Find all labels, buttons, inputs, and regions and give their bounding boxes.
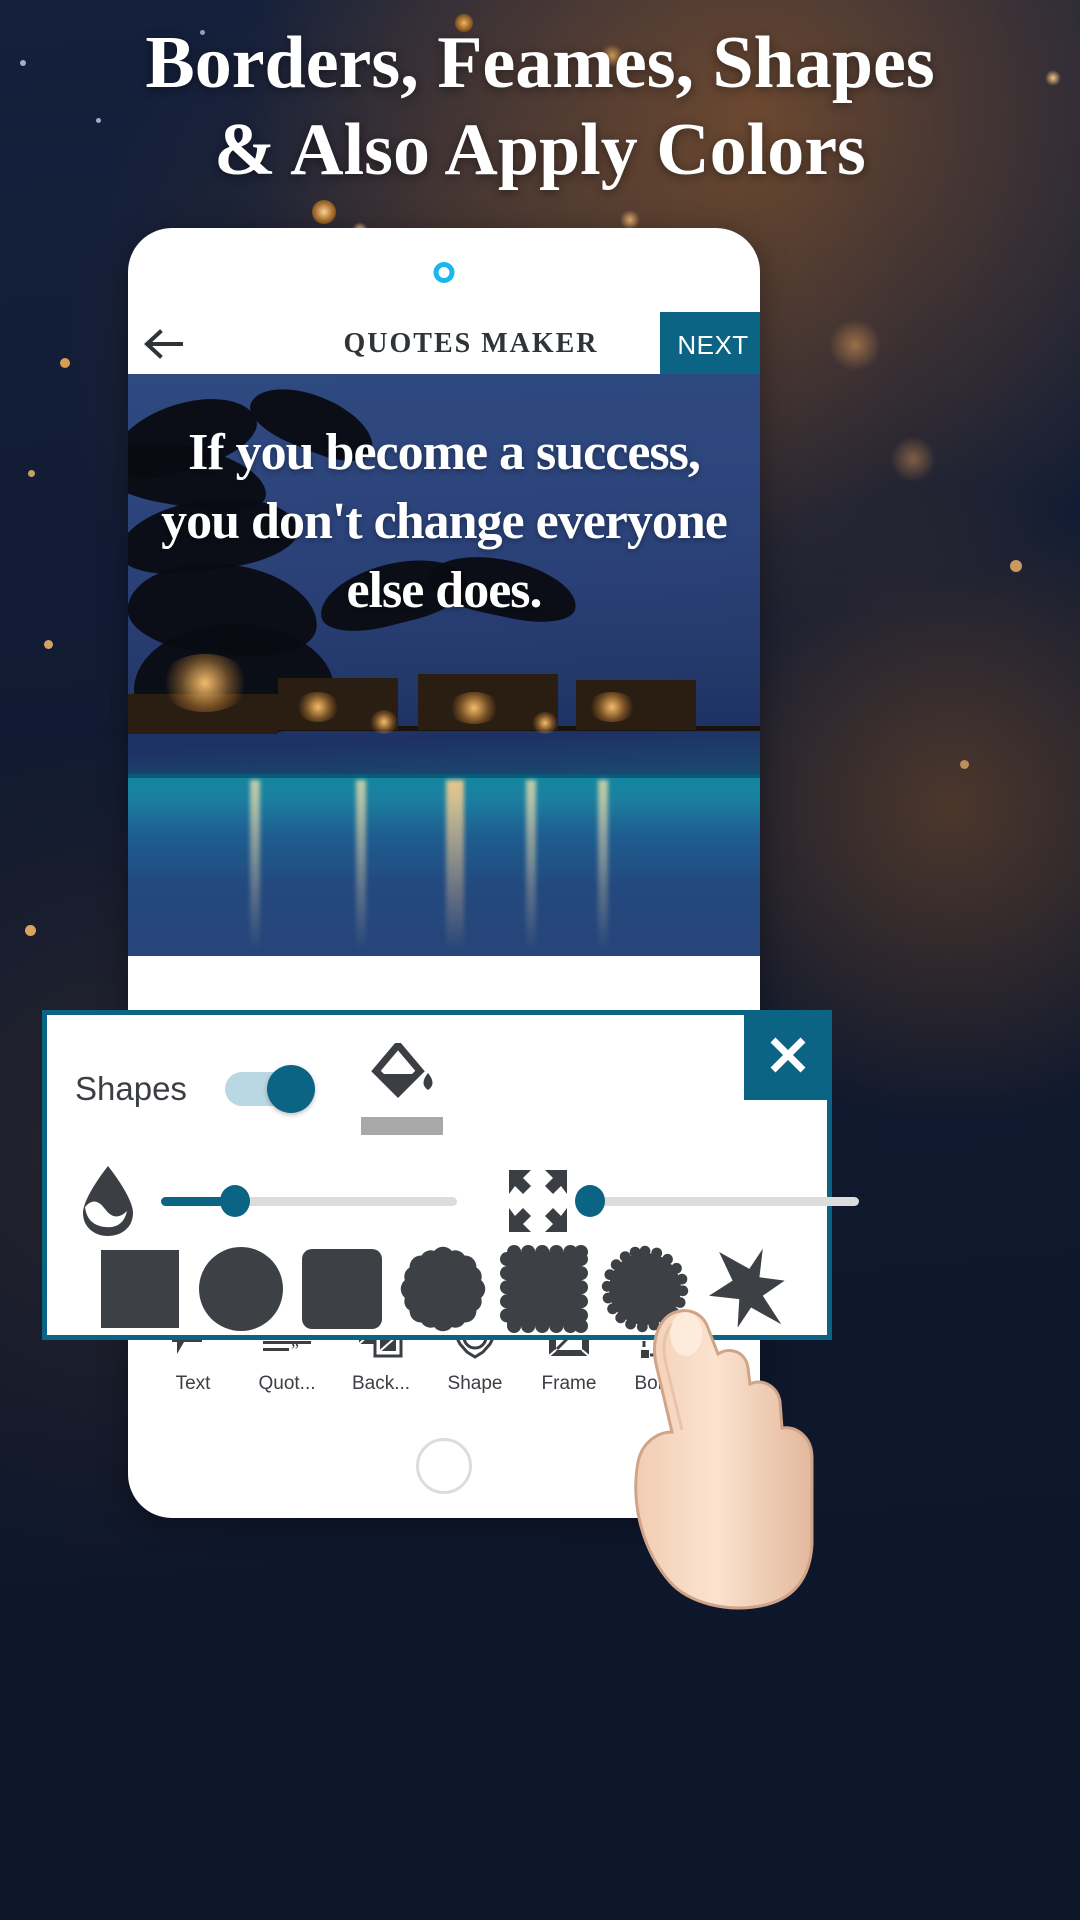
water-reflection — [526, 780, 536, 950]
next-button[interactable]: NEXT — [660, 312, 760, 378]
flower-shape-icon — [400, 1246, 485, 1332]
bokeh-dot — [44, 640, 53, 649]
bokeh-dot — [828, 318, 882, 372]
bokeh-dot — [25, 925, 36, 936]
bokeh-dot — [890, 436, 936, 482]
bokeh-dot — [312, 200, 336, 224]
shape-option-gear-circle[interactable] — [594, 1244, 695, 1334]
toolbar-label: Text — [175, 1373, 211, 1394]
shape-picker-row — [47, 1237, 837, 1341]
canvas-horizon — [128, 772, 760, 778]
water-reflection — [356, 780, 366, 950]
scalloped-square-shape-icon — [499, 1245, 588, 1333]
water-reflection — [598, 780, 608, 950]
size-slider-group — [505, 1166, 859, 1236]
shapes-toggle[interactable] — [224, 1065, 315, 1113]
shape-option-burst-star[interactable] — [695, 1245, 796, 1333]
fill-color-tool[interactable] — [360, 1043, 443, 1135]
size-slider-track[interactable] — [575, 1185, 859, 1217]
toolbar-label: Border — [634, 1373, 692, 1394]
resort-light — [296, 692, 340, 722]
circle-shape-icon — [198, 1247, 283, 1331]
fill-color-swatch[interactable] — [360, 1117, 443, 1135]
resort-light — [448, 692, 500, 724]
arrow-left-icon — [144, 329, 183, 359]
toggle-knob — [266, 1065, 315, 1113]
shape-option-scalloped-square[interactable] — [493, 1245, 594, 1333]
toolbar-label: Quot... — [258, 1373, 316, 1394]
app-bar: QUOTES MAKER NEXT — [128, 312, 760, 378]
quote-canvas[interactable]: If you become a success, you don't chang… — [128, 374, 760, 956]
toolbar-label: Shape — [447, 1373, 503, 1394]
rounded-square-shape-icon — [301, 1249, 382, 1329]
bokeh-dot — [60, 358, 70, 368]
canvas-gap — [128, 956, 760, 1012]
opacity-slider-group — [77, 1163, 457, 1239]
headline-line-2: & Also Apply Colors — [214, 109, 866, 192]
paint-bucket-icon — [371, 1043, 433, 1098]
opacity-slider-track[interactable] — [161, 1185, 457, 1217]
shapes-panel: Shapes — [42, 1010, 859, 1340]
shape-option-flower[interactable] — [392, 1245, 493, 1333]
camera-icon — [433, 262, 455, 283]
page-title: Borders, Feames, Shapes & Also Apply Col… — [0, 20, 1080, 195]
home-indicator[interactable] — [416, 1438, 472, 1494]
svg-text:”: ” — [291, 1340, 299, 1360]
resort-light — [160, 654, 250, 712]
canvas-water — [128, 774, 760, 956]
toolbar-label: Back... — [351, 1373, 411, 1394]
shapes-label: Shapes — [75, 1070, 187, 1107]
gear-circle-shape-icon — [601, 1245, 688, 1333]
bokeh-dot — [1010, 560, 1022, 572]
slider-row — [47, 1163, 859, 1239]
water-reflection — [446, 780, 464, 950]
close-icon — [770, 1037, 806, 1073]
bokeh-dot — [620, 210, 640, 230]
toolbar-label: Frame — [541, 1373, 597, 1394]
expand-arrows-icon — [509, 1170, 567, 1232]
resort-light — [532, 712, 558, 734]
burst-star-shape-icon — [708, 1248, 785, 1328]
size-slider-thumb[interactable] — [575, 1185, 606, 1217]
shape-option-circle[interactable] — [190, 1246, 291, 1332]
panel-header: Shapes — [75, 1043, 443, 1135]
quote-text[interactable]: If you become a success, you don't chang… — [128, 418, 760, 625]
square-shape-icon — [100, 1250, 179, 1328]
shape-option-square[interactable] — [89, 1248, 190, 1330]
water-reflection — [250, 780, 260, 950]
close-button[interactable] — [744, 1010, 832, 1100]
shape-option-rounded-square[interactable] — [291, 1247, 392, 1331]
bokeh-dot — [28, 470, 35, 477]
headline-line-1: Borders, Feames, Shapes — [145, 22, 935, 104]
bokeh-dot — [960, 760, 969, 769]
resort-light — [588, 692, 636, 722]
resort-light — [370, 710, 398, 734]
opacity-slider-thumb[interactable] — [220, 1185, 250, 1217]
water-drop-icon — [83, 1166, 133, 1236]
